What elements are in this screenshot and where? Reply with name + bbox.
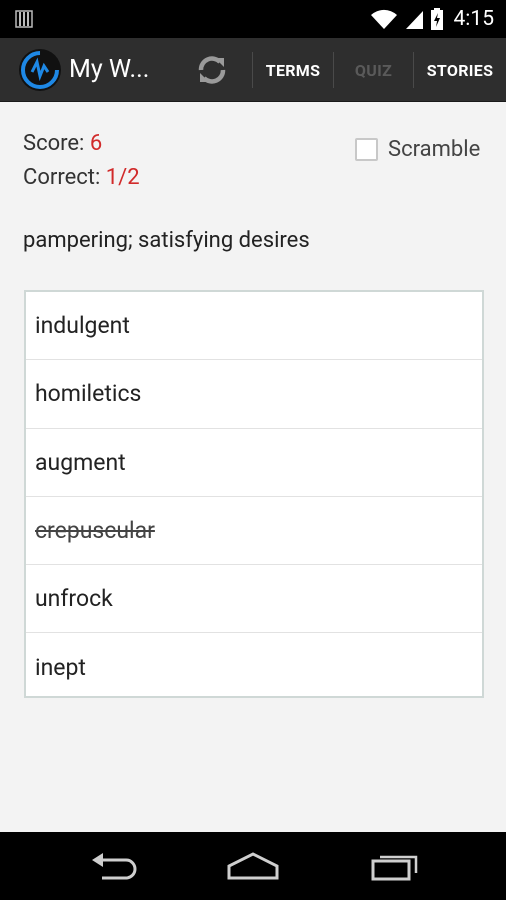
answer-text: indulgent	[35, 312, 130, 340]
score-label: Score:	[23, 131, 85, 156]
answer-text: homiletics	[35, 380, 142, 408]
score-value: 6	[89, 131, 103, 156]
scramble-toggle[interactable]: Scramble	[355, 137, 480, 162]
answer-option[interactable]: augment	[26, 429, 482, 497]
recents-icon	[371, 855, 418, 881]
navigation-bar	[0, 832, 506, 900]
scramble-label[interactable]: Scramble	[388, 137, 480, 162]
answer-text: crepuscular	[35, 517, 155, 545]
answer-list: indulgent homiletics augment crepuscular…	[24, 290, 484, 698]
answer-text: augment	[35, 448, 126, 476]
refresh-button[interactable]	[191, 51, 233, 89]
back-icon	[92, 853, 137, 880]
wifi-icon	[370, 9, 397, 29]
back-button[interactable]	[83, 844, 143, 888]
recents-button[interactable]	[365, 844, 425, 888]
tab-quiz[interactable]: QUIZ	[334, 38, 413, 102]
answer-text: inept	[35, 654, 86, 682]
answer-option[interactable]: homiletics	[26, 360, 482, 429]
definition-text: pampering; satisfying desires	[23, 228, 310, 253]
scramble-checkbox[interactable]	[355, 138, 378, 161]
battery-icon	[430, 8, 443, 30]
answer-option[interactable]: indulgent	[26, 292, 482, 361]
quiz-content: Score: 6 Correct: 1/2 Scramble pampering…	[0, 102, 506, 832]
refresh-icon	[198, 56, 226, 84]
answer-option-eliminated[interactable]: crepuscular	[26, 497, 482, 566]
correct-label: Correct:	[23, 165, 101, 190]
home-button[interactable]	[223, 844, 283, 888]
score-line: Score: 6	[23, 131, 102, 156]
correct-value: 1/2	[105, 165, 140, 190]
home-icon	[227, 852, 279, 880]
answer-text: unfrock	[35, 585, 113, 613]
answer-option[interactable]: inept	[26, 633, 482, 701]
tab-terms[interactable]: TERMS	[253, 38, 333, 102]
answer-option[interactable]: unfrock	[26, 565, 482, 634]
signal-icon	[405, 11, 423, 29]
app-logo-icon[interactable]	[18, 48, 62, 92]
status-bar: 4:15	[0, 0, 506, 38]
correct-line: Correct: 1/2	[23, 165, 140, 190]
tab-stories[interactable]: STORIES	[414, 38, 506, 102]
action-bar: My W... TERMS QUIZ STORIES	[0, 38, 506, 102]
notification-icon	[15, 10, 33, 28]
status-time: 4:15	[453, 7, 495, 31]
app-title[interactable]: My W...	[69, 55, 149, 84]
